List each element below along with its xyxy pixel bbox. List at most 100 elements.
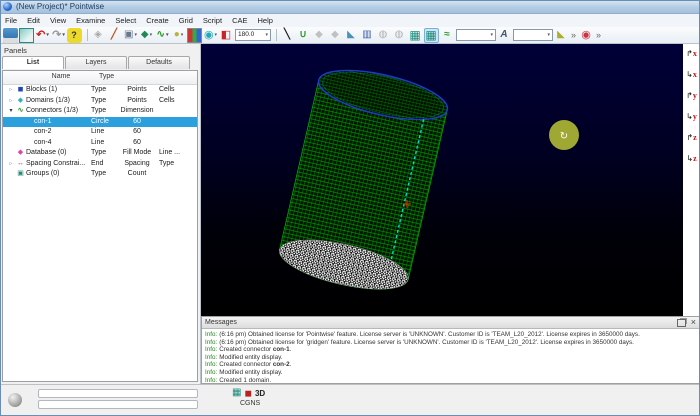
- expander-icon[interactable]: ▾: [7, 106, 15, 117]
- menu-item-edit[interactable]: Edit: [22, 14, 45, 27]
- render-image-icon[interactable]: [187, 28, 202, 43]
- examine-icon[interactable]: ◧: [219, 28, 234, 43]
- help-icon[interactable]: ?: [67, 28, 82, 43]
- unstructured-grid-icon[interactable]: ▦: [424, 28, 439, 43]
- view-minus-y-button[interactable]: ↳y: [684, 110, 699, 123]
- tab-defaults[interactable]: Defaults: [128, 56, 190, 69]
- domain-tool-icon[interactable]: ◆▾: [139, 28, 154, 43]
- dimension-combo[interactable]: ▾: [456, 29, 496, 41]
- view-mask-icon[interactable]: ◉: [579, 28, 594, 43]
- structured-grid-icon[interactable]: ▦: [408, 28, 423, 43]
- tree-row-con-4[interactable]: con-4 Line 60: [3, 138, 197, 149]
- menu-item-grid[interactable]: Grid: [174, 14, 198, 27]
- redo-icon[interactable]: ↷▾: [51, 28, 66, 43]
- message-line: Info:(6:16 pm) Obtained license for 'gri…: [205, 339, 696, 347]
- database-tool-icon[interactable]: ●▾: [171, 28, 186, 43]
- tree-row-blocks[interactable]: ▹ ◼ Blocks (1) Type Points Cells: [3, 85, 197, 96]
- viewport-3d[interactable]: ↻: [201, 44, 683, 316]
- unstructured-domain-icon[interactable]: ◆: [328, 28, 343, 43]
- entity-type-icon: ▣: [15, 169, 26, 180]
- tab-list[interactable]: List: [2, 56, 64, 69]
- tree-row-groups[interactable]: ▣ Groups (0) Type Count: [3, 169, 197, 180]
- undo-icon[interactable]: ↶▾: [35, 28, 50, 43]
- structured-domain-icon[interactable]: ◆: [312, 28, 327, 43]
- tree-row-con-2[interactable]: con-2 Line 60: [3, 127, 197, 138]
- sweep-tool-icon[interactable]: ◍: [392, 28, 407, 43]
- axis-arrow-icon: ↳: [686, 71, 693, 79]
- entity-col2: Type: [91, 148, 106, 159]
- segment-tool-icon[interactable]: ╲: [280, 28, 295, 43]
- entity-col2: End: [91, 159, 103, 170]
- tab-layers[interactable]: Layers: [65, 56, 127, 69]
- solve-tool-icon[interactable]: ◣: [554, 28, 569, 43]
- app-icon: [3, 2, 12, 11]
- entity-type-icon: ◼: [15, 85, 26, 96]
- status-field-2[interactable]: [38, 400, 198, 409]
- axis-arrow-icon: ↱: [686, 92, 693, 100]
- view-plus-y-button[interactable]: ↱y: [684, 89, 699, 102]
- float-panel-icon[interactable]: [677, 319, 686, 327]
- close-icon[interactable]: ×: [691, 318, 696, 327]
- dropdown-arrow-icon: ▾: [62, 33, 65, 38]
- draw-style-icon[interactable]: ╱: [107, 28, 122, 43]
- menu-item-script[interactable]: Script: [198, 14, 227, 27]
- dropdown-arrow-icon: ▾: [181, 33, 184, 38]
- menu-item-examine[interactable]: Examine: [71, 14, 110, 27]
- separator[interactable]: [273, 29, 277, 41]
- overflow-chevron-icon[interactable]: »: [595, 28, 603, 43]
- expander-icon[interactable]: ▹: [7, 159, 15, 170]
- view-plus-z-button[interactable]: ↱z: [684, 131, 699, 144]
- main-toolbar: ↶▾ ↷▾ ? ◈ ╱ ▣▾ ◆▾ ∿▾ ●▾ ◉▾ ◧ 180.0▾ ╲ ∪ …: [0, 27, 700, 44]
- block-tool-icon[interactable]: ▣▾: [123, 28, 138, 43]
- entity-col4: Type: [159, 159, 174, 170]
- spacing-tool-icon[interactable]: A: [497, 28, 512, 43]
- list-header: Name Type: [3, 71, 197, 85]
- tree-row-con-1[interactable]: con-1 Circle 60: [3, 117, 197, 128]
- tree-row-spacing-constraints[interactable]: ▹ ↔ Spacing Constrai... End Spacing Type: [3, 159, 197, 170]
- display-mask-icon[interactable]: ◉▾: [203, 28, 218, 43]
- entity-type-icon: ∿: [15, 106, 26, 117]
- menu-item-view[interactable]: View: [45, 14, 71, 27]
- messages-title-bar: Messages ×: [202, 317, 699, 329]
- dropdown-arrow-icon: ▾: [46, 33, 49, 38]
- tree-row-domains[interactable]: ▹ ◆ Domains (1/3) Type Points Cells: [3, 96, 197, 107]
- expander-icon[interactable]: ▹: [7, 96, 15, 107]
- menu-item-create[interactable]: Create: [141, 14, 174, 27]
- menu-item-select[interactable]: Select: [110, 14, 141, 27]
- spacing-combo[interactable]: ▾: [513, 29, 553, 41]
- solver-cube-icon: ◼: [244, 389, 251, 398]
- entity-col3: 60: [115, 117, 159, 128]
- angle-combo[interactable]: 180.0▾: [235, 29, 271, 41]
- dimension-tool-icon[interactable]: ≈: [440, 28, 455, 43]
- status-field-1[interactable]: [38, 389, 198, 398]
- menu-item-help[interactable]: Help: [252, 14, 277, 27]
- extrude-tool-icon[interactable]: ▥: [360, 28, 375, 43]
- dropdown-arrow-icon: ▾: [166, 33, 169, 38]
- expander-icon[interactable]: ▹: [7, 85, 15, 96]
- overflow-chevron-icon[interactable]: »: [570, 28, 578, 43]
- entity-col3: Fill Mode: [115, 148, 159, 159]
- revolve-tool-icon[interactable]: ◍: [376, 28, 391, 43]
- rotate-cursor-icon: ↻: [560, 131, 568, 142]
- view-minus-z-button[interactable]: ↳z: [684, 152, 699, 165]
- wedge-tool-icon[interactable]: ◣: [344, 28, 359, 43]
- connector-tool-icon[interactable]: ∿▾: [155, 28, 170, 43]
- entity-col2: Type: [91, 85, 106, 96]
- menu-item-cae[interactable]: CAE: [227, 14, 252, 27]
- save-icon[interactable]: [3, 28, 18, 43]
- snap-icon[interactable]: ◈: [91, 28, 106, 43]
- open-file-icon[interactable]: [19, 28, 34, 43]
- panel-tabs: List Layers Defaults: [0, 56, 200, 69]
- view-plus-x-button[interactable]: ↱x: [684, 47, 699, 60]
- tree-row-database[interactable]: ◆ Database (0) Type Fill Mode Line ...: [3, 148, 197, 159]
- entity-type-icon: ↔: [15, 159, 26, 170]
- entity-col2: Line: [91, 138, 104, 149]
- view-minus-x-button[interactable]: ↳x: [684, 68, 699, 81]
- separator[interactable]: [84, 29, 88, 41]
- message-level: Info:: [205, 331, 217, 338]
- arc-tool-icon[interactable]: ∪: [296, 28, 311, 43]
- panel-caption: Panels: [0, 44, 200, 56]
- tree-row-connectors[interactable]: ▾ ∿ Connectors (1/3) Type Dimension: [3, 106, 197, 117]
- cursor-highlight: ↻: [549, 120, 579, 150]
- menu-item-file[interactable]: File: [0, 14, 22, 27]
